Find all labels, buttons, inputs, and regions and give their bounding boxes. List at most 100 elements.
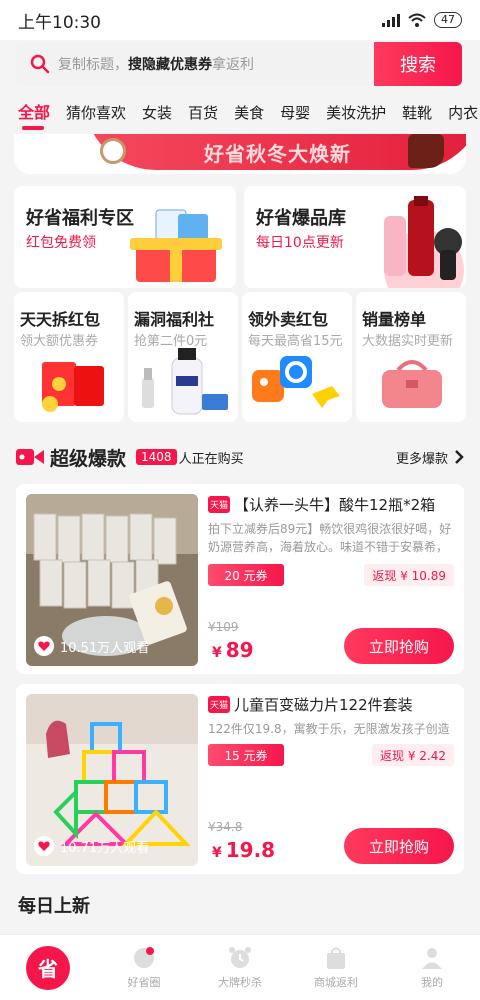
card-loophole-sub: 抢第二件0元: [134, 334, 208, 349]
product-video-thumbnail[interactable]: 10.71万人观看: [26, 694, 198, 866]
wifi-icon: [408, 13, 426, 27]
shampoo-bottles-icon: [142, 348, 228, 415]
product-price: ¥89: [212, 638, 254, 662]
card-takeout[interactable]: 领外卖红包 每天最高省15元: [242, 292, 352, 422]
nav-mall-rebate-label: 商城返利: [314, 975, 358, 989]
card-hot-items[interactable]: 好省爆品库 每日10点更新: [244, 186, 466, 288]
battery-icon: 47: [434, 12, 462, 28]
tab-food[interactable]: 美食: [226, 96, 272, 132]
card-red-packet-title: 天天拆红包: [20, 310, 101, 329]
heart-icon: [34, 636, 54, 656]
red-gift-box-icon: [130, 209, 222, 282]
daily-new-title: 每日上新: [18, 896, 90, 917]
product-views-text: 10.71万人观看: [60, 840, 150, 856]
bag-icon: [327, 947, 345, 969]
product-card[interactable]: 10.51万人观看 天猫 【认养一头牛】酸牛12瓶*2箱 拍下立减券后89元】畅…: [16, 484, 464, 674]
nav-circle[interactable]: 好省圈: [96, 935, 192, 1000]
red-envelope-icon: [42, 362, 104, 412]
card-sales-rank[interactable]: 销量榜单 大数据实时更新: [356, 292, 466, 422]
card-takeout-sub: 每天最高省15元: [248, 334, 343, 349]
alarm-icon: [229, 946, 251, 968]
product-views: 10.71万人观看: [34, 836, 149, 856]
more-hot-link[interactable]: 更多爆款: [396, 448, 464, 467]
handbag-icon: [382, 360, 442, 408]
card-welfare-title: 好省福利专区: [26, 208, 134, 229]
cashback-badge: 返现 ¥ 10.89: [364, 564, 454, 586]
price-symbol: ¥: [212, 845, 222, 861]
status-bar: 上午10:30 47: [0, 0, 480, 40]
buy-now-button[interactable]: 立即抢购: [344, 628, 454, 664]
nav-flash-sale-label: 大牌秒杀: [218, 975, 262, 989]
product-title[interactable]: 天猫 【认养一头牛】酸牛12瓶*2箱: [208, 494, 458, 515]
product-price: ¥19.8: [212, 838, 275, 862]
card-hot-items-title: 好省爆品库: [256, 208, 346, 229]
card-welfare-sub: 红包免费领: [26, 235, 96, 251]
card-sales-rank-sub: 大数据实时更新: [362, 334, 454, 349]
card-takeout-title: 领外卖红包: [248, 310, 329, 329]
search-button[interactable]: 搜索: [374, 42, 462, 86]
tab-beauty[interactable]: 美妆洗护: [318, 96, 394, 132]
banner-boot-image: [408, 134, 444, 168]
tab-all[interactable]: 全部: [0, 96, 58, 132]
cosmetics-icon: [384, 196, 464, 288]
product-desc: 拍下立减券后89元】畅饮很鸡很浓很好喝，好奶源营养高，海着放心。味道不错于安慕希…: [208, 522, 452, 554]
card-loophole[interactable]: 漏洞福利社 抢第二件0元: [128, 292, 238, 422]
viewer-count-badge: 1408: [136, 449, 177, 465]
price-value: 19.8: [225, 838, 276, 862]
signal-icon: [382, 13, 400, 27]
product-desc: 122件仅19.8，寓教于乐，无限激发孩子创造力: [208, 722, 450, 736]
card-welfare[interactable]: 好省福利专区 红包免费领: [14, 186, 236, 288]
search-input[interactable]: 复制标题， 搜隐藏优惠券 拿返利: [16, 42, 374, 86]
original-price: ¥34.8: [208, 820, 243, 834]
heart-icon: [34, 836, 54, 856]
feature-grid: 好省福利专区 红包免费领 好省爆品库 每日10点更新 天天拆红包 领大额优惠券: [14, 186, 466, 422]
price-symbol: ¥: [212, 645, 222, 661]
nav-flash-sale[interactable]: 大牌秒杀: [192, 935, 288, 1000]
nav-me-label: 我的: [421, 975, 443, 989]
product-title-text: 儿童百变磁力片122件套装: [234, 696, 413, 714]
user-icon: [422, 947, 442, 969]
nav-mall-rebate[interactable]: 商城返利: [288, 935, 384, 1000]
banner-clock-image: [100, 138, 126, 164]
viewer-count-text: 人正在购买: [178, 451, 244, 467]
nav-circle-label: 好省圈: [127, 975, 161, 989]
buy-now-button[interactable]: 立即抢购: [344, 828, 454, 864]
card-red-packet-sub: 领大额优惠券: [20, 334, 99, 349]
promo-banner[interactable]: 好省秋冬大焕新: [14, 134, 466, 174]
more-hot-label: 更多爆款: [395, 451, 448, 467]
tab-shoes[interactable]: 鞋靴: [394, 96, 440, 132]
card-red-packet[interactable]: 天天拆红包 领大额优惠券: [14, 292, 124, 422]
bottom-nav: 省 好省圈 大牌秒杀 商城返利 我的: [0, 934, 480, 1000]
tab-goods[interactable]: 百货: [180, 96, 226, 132]
tab-baby[interactable]: 母婴: [272, 96, 318, 132]
product-title-text: 【认养一头牛】酸牛12瓶*2箱: [234, 496, 436, 514]
search-icon: [30, 54, 50, 74]
chevron-right-icon: [455, 450, 464, 464]
status-time: 上午10:30: [18, 12, 101, 33]
search-bar: 复制标题， 搜隐藏优惠券 拿返利 搜索: [16, 42, 462, 86]
card-loophole-title: 漏洞福利社: [134, 310, 215, 329]
nav-home[interactable]: 省: [0, 935, 96, 1000]
original-price: ¥109: [208, 620, 239, 634]
tab-underwear[interactable]: 内衣: [440, 96, 480, 132]
card-sales-rank-title: 销量榜单: [362, 310, 427, 329]
product-views-text: 10.51万人观看: [60, 640, 150, 656]
tmall-badge: 天猫: [208, 696, 231, 713]
search-hint-bold: 搜隐藏优惠券: [128, 57, 212, 73]
banner-text: 好省秋冬大焕新: [204, 142, 351, 166]
search-hint-post: 拿返利: [212, 57, 254, 73]
circle-icon: [134, 946, 154, 968]
takeout-apps-icon: [252, 356, 340, 408]
search-hint-pre: 复制标题，: [58, 57, 128, 73]
nav-me[interactable]: 我的: [384, 935, 480, 1000]
product-card[interactable]: 10.71万人观看 天猫 儿童百变磁力片122件套装 122件仅19.8，寓教于…: [16, 684, 464, 874]
tmall-badge: 天猫: [208, 496, 231, 513]
card-hot-items-sub: 每日10点更新: [256, 235, 344, 251]
video-camera-icon: [16, 449, 44, 465]
cashback-badge: 返现 ¥ 2.42: [372, 744, 454, 766]
coupon-badge: 20 元券: [208, 564, 284, 586]
tab-guess[interactable]: 猜你喜欢: [58, 96, 134, 132]
product-title[interactable]: 天猫 儿童百变磁力片122件套装: [208, 694, 458, 715]
tab-women[interactable]: 女装: [134, 96, 180, 132]
product-video-thumbnail[interactable]: 10.51万人观看: [26, 494, 198, 666]
